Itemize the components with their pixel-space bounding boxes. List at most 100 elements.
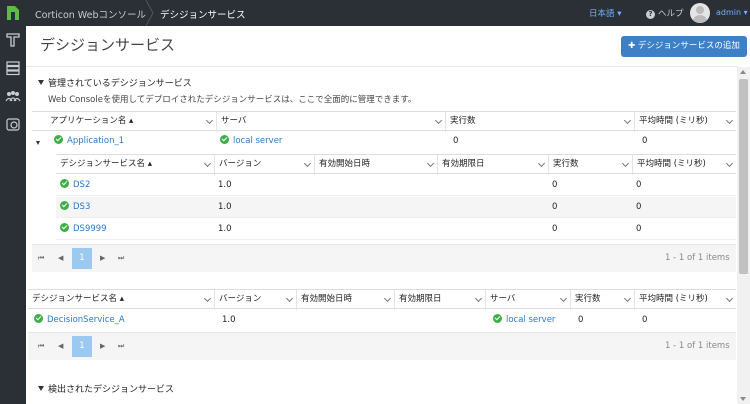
avg-time-cell: 0 bbox=[636, 180, 642, 190]
column-header-executions[interactable]: 実行数 bbox=[445, 112, 634, 132]
avg-time-cell: 0 bbox=[642, 136, 648, 146]
first-page-icon[interactable]: ⏮ bbox=[38, 254, 44, 263]
chevron-down-icon[interactable] bbox=[623, 116, 632, 125]
version-cell: 1.0 bbox=[218, 224, 232, 234]
vertical-scrollbar[interactable] bbox=[737, 67, 750, 404]
column-header-server[interactable]: サーバ bbox=[485, 290, 570, 310]
column-header-server[interactable]: サーバ bbox=[216, 112, 445, 132]
chevron-down-icon[interactable] bbox=[725, 294, 734, 303]
column-header-application-name[interactable]: アプリケーション名 ▴ bbox=[46, 112, 216, 132]
table-row[interactable]: DS3 1.0 0 0 bbox=[56, 197, 736, 218]
history-icon[interactable] bbox=[5, 116, 21, 132]
nested-grid-header: デシジョンサービス名 ▴ バージョン 有効開始日時 有効期限日 実行数 平均時間… bbox=[56, 154, 736, 175]
page-number-button[interactable]: 1 bbox=[72, 336, 92, 357]
avatar[interactable] bbox=[690, 3, 710, 23]
version-cell: 1.0 bbox=[218, 180, 232, 190]
ds-name-cell[interactable]: DecisionService_A bbox=[30, 310, 125, 331]
avg-time-cell: 0 bbox=[636, 224, 642, 234]
corticon-logo-icon[interactable] bbox=[0, 0, 26, 26]
version-cell: 1.0 bbox=[218, 202, 232, 212]
table-row[interactable]: Application_1 local server 0 0 bbox=[32, 131, 736, 152]
discovered-section-title: 検出されたデシジョンサービス bbox=[48, 385, 175, 395]
language-selector[interactable]: 日本語 ▾ bbox=[589, 7, 621, 19]
help-link[interactable]: ? ヘルプ bbox=[646, 7, 684, 19]
chevron-down-icon[interactable] bbox=[725, 116, 734, 125]
chevron-down-icon[interactable] bbox=[434, 116, 443, 125]
version-cell: 1.0 bbox=[222, 315, 236, 325]
column-header-version[interactable]: バージョン bbox=[214, 290, 296, 310]
column-header-end-date[interactable]: 有効期限日 bbox=[437, 155, 548, 175]
scrollbar-thumb[interactable] bbox=[739, 79, 748, 274]
managed-section-title: 管理されているデシジョンサービス bbox=[48, 79, 192, 89]
column-header-start-date[interactable]: 有効開始日時 bbox=[314, 155, 437, 175]
chevron-down-icon[interactable] bbox=[537, 159, 546, 168]
chevron-down-icon[interactable] bbox=[725, 159, 734, 168]
chevron-down-icon[interactable] bbox=[285, 294, 294, 303]
column-header-avg-time[interactable]: 平均時間 (ミリ秒) bbox=[634, 290, 736, 310]
breadcrumb-current: デシジョンサービス bbox=[160, 10, 246, 21]
start-date-cell bbox=[300, 310, 304, 331]
first-page-icon[interactable]: ⏮ bbox=[38, 342, 44, 351]
column-header-start-date[interactable]: 有効開始日時 bbox=[296, 290, 394, 310]
scroll-up-icon[interactable] bbox=[740, 70, 746, 74]
column-header-version[interactable]: バージョン bbox=[214, 155, 314, 175]
column-header-ds-name[interactable]: デシジョンサービス名 ▴ bbox=[28, 290, 214, 310]
chevron-down-icon[interactable] bbox=[623, 294, 632, 303]
column-header-ds-name[interactable]: デシジョンサービス名 ▴ bbox=[56, 155, 214, 175]
collapse-icon bbox=[38, 386, 44, 391]
page-number-button[interactable]: 1 bbox=[72, 248, 92, 269]
prev-page-icon[interactable]: ◀ bbox=[58, 254, 63, 262]
table-row[interactable]: DS2 1.0 0 0 bbox=[56, 175, 736, 196]
start-date-cell bbox=[314, 197, 318, 218]
server-stack-icon[interactable] bbox=[5, 60, 21, 76]
end-date-cell bbox=[437, 175, 441, 196]
page-title: デシジョンサービス bbox=[40, 36, 176, 54]
executions-cell: 0 bbox=[578, 315, 584, 325]
discovered-section-toggle[interactable]: 検出されたデシジョンサービス bbox=[38, 382, 174, 395]
ds-name-cell[interactable]: DS9999 bbox=[56, 219, 107, 240]
next-page-icon[interactable]: ▶ bbox=[100, 254, 105, 262]
collapse-icon bbox=[38, 80, 44, 85]
chevron-down-icon[interactable] bbox=[474, 294, 483, 303]
executions-cell: 0 bbox=[552, 202, 558, 212]
breadcrumb-home[interactable]: Corticon Webコンソール bbox=[35, 7, 146, 21]
chevron-down-icon[interactable] bbox=[203, 159, 212, 168]
users-icon[interactable] bbox=[5, 88, 21, 104]
pager-info: 1 - 1 of 1 items bbox=[665, 253, 730, 263]
chevron-down-icon[interactable] bbox=[621, 159, 630, 168]
application-name-cell[interactable]: Application_1 bbox=[50, 131, 124, 152]
chevron-down-icon[interactable] bbox=[559, 294, 568, 303]
chevron-down-icon[interactable] bbox=[205, 116, 214, 125]
end-date-cell bbox=[437, 219, 441, 240]
ds-name-cell[interactable]: DS3 bbox=[56, 197, 90, 218]
prev-page-icon[interactable]: ◀ bbox=[58, 342, 63, 350]
ds-name-cell[interactable]: DS2 bbox=[56, 175, 90, 196]
pager: ⏮ ◀ 1 ▶ ⏭ 1 - 1 of 1 items bbox=[28, 332, 736, 360]
applications-grid-header: アプリケーション名 ▴ サーバ 実行数 平均時間 (ミリ秒) bbox=[32, 111, 736, 132]
next-page-icon[interactable]: ▶ bbox=[100, 342, 105, 350]
rules-icon[interactable] bbox=[5, 32, 21, 48]
table-row[interactable]: DS9999 1.0 0 0 bbox=[56, 219, 736, 240]
table-row[interactable]: DecisionService_A 1.0 local server 0 0 bbox=[28, 310, 736, 331]
user-menu[interactable]: admin ▾ bbox=[716, 8, 748, 17]
column-header-avg-time[interactable]: 平均時間 (ミリ秒) bbox=[632, 155, 736, 175]
chevron-down-icon[interactable] bbox=[383, 294, 392, 303]
server-cell[interactable]: local server bbox=[216, 131, 282, 152]
column-header-executions[interactable]: 実行数 bbox=[548, 155, 632, 175]
status-ok-icon bbox=[34, 314, 43, 323]
column-header-avg-time[interactable]: 平均時間 (ミリ秒) bbox=[634, 112, 736, 132]
chevron-down-icon[interactable] bbox=[303, 159, 312, 168]
last-page-icon[interactable]: ⏭ bbox=[118, 254, 124, 263]
scroll-down-icon[interactable] bbox=[740, 397, 746, 401]
end-date-cell bbox=[437, 197, 441, 218]
start-date-cell bbox=[314, 175, 318, 196]
column-header-executions[interactable]: 実行数 bbox=[570, 290, 634, 310]
column-header-end-date[interactable]: 有効期限日 bbox=[394, 290, 485, 310]
chevron-down-icon[interactable] bbox=[203, 294, 212, 303]
managed-section-toggle[interactable]: 管理されているデシジョンサービス bbox=[38, 76, 192, 89]
chevron-down-icon[interactable] bbox=[426, 159, 435, 168]
last-page-icon[interactable]: ⏭ bbox=[118, 342, 124, 351]
server-cell[interactable]: local server bbox=[489, 310, 555, 331]
add-decision-service-button[interactable]: ✚ デシジョンサービスの追加 bbox=[621, 36, 747, 57]
row-collapse-icon[interactable] bbox=[36, 141, 40, 145]
